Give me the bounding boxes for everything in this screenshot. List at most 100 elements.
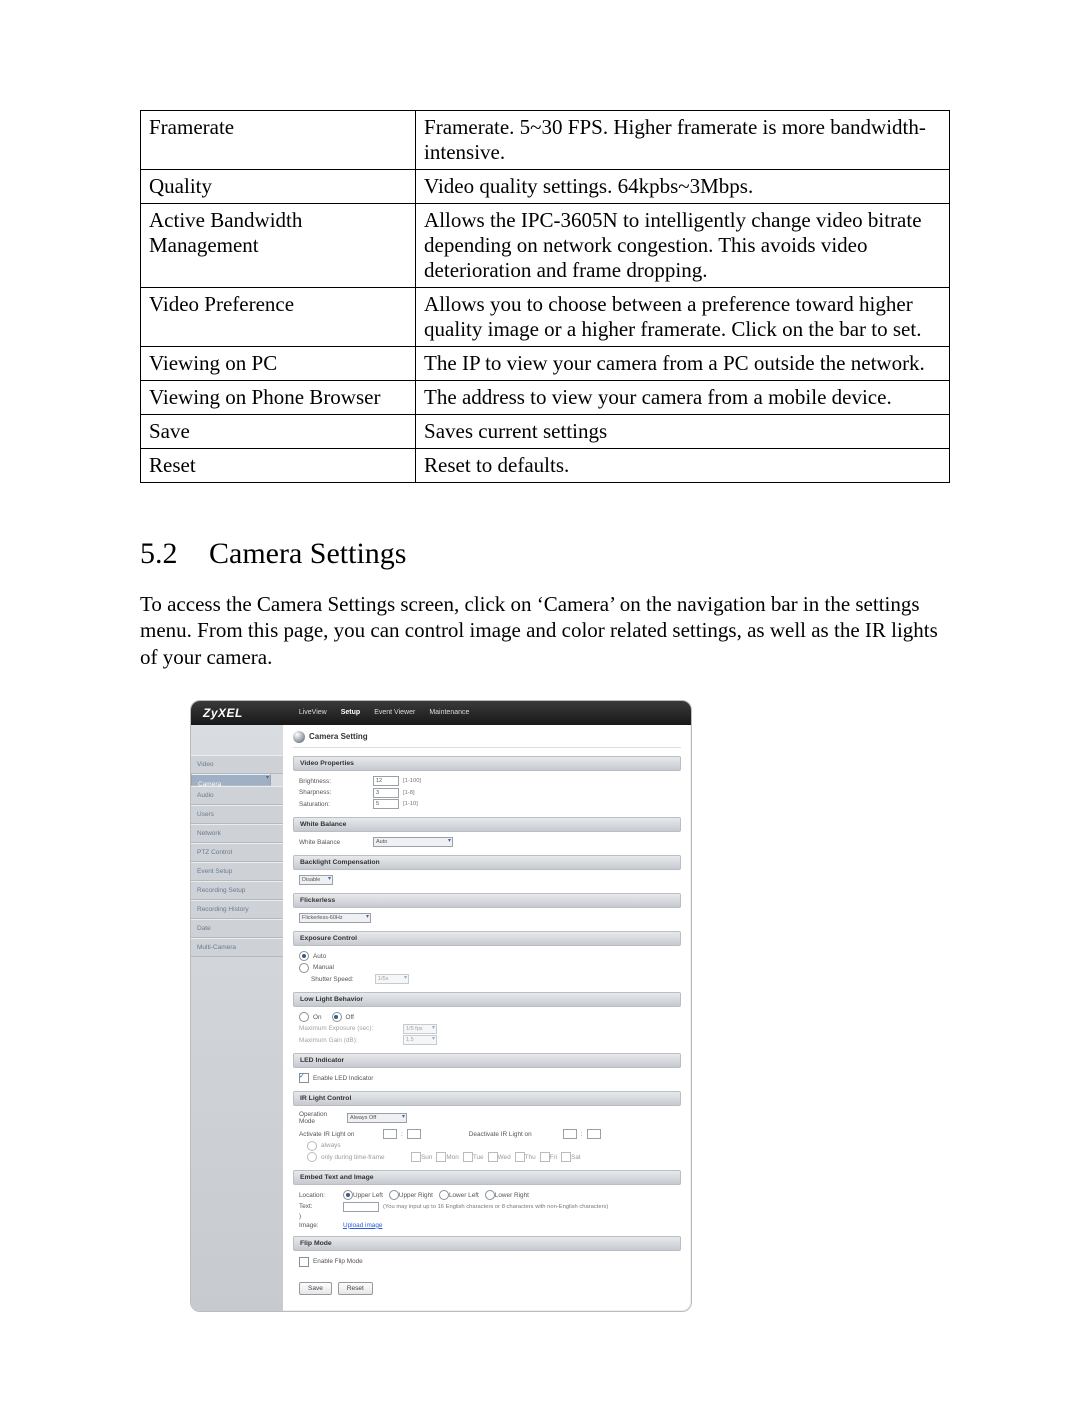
save-button[interactable]: Save [299,1282,332,1295]
definition-row: Active Bandwidth ManagementAllows the IP… [141,204,950,288]
loc-lower-left-radio[interactable] [439,1190,449,1200]
exposure-manual-radio[interactable] [299,963,309,973]
day-wed-checkbox[interactable] [488,1152,498,1162]
definition-term: Quality [141,170,416,204]
definition-term: Active Bandwidth Management [141,204,416,288]
loc-lower-right-radio[interactable] [485,1190,495,1200]
sidebar-item-multi-camera[interactable]: Multi-Camera [191,938,283,957]
ir-activate-m[interactable] [407,1129,421,1139]
sidebar-item-camera[interactable]: Camera [191,774,271,786]
definition-desc: Allows the IPC-3605N to intelligently ch… [416,204,950,288]
definition-desc: Reset to defaults. [416,449,950,483]
section-title: Camera Settings [209,537,406,570]
sharpness-input[interactable]: 3 [373,788,399,798]
sidebar-nav: VideoCameraAudioUsersNetworkPTZ ControlE… [191,725,283,1312]
flip-enable-checkbox[interactable] [299,1257,309,1267]
sidebar-item-video[interactable]: Video [191,755,283,774]
definition-row: SaveSaves current settings [141,415,950,449]
section-led: LED Indicator [293,1053,681,1068]
tab-event-viewer[interactable]: Event Viewer [374,709,415,716]
embed-text-input[interactable] [343,1202,379,1212]
ir-timeframe-radio[interactable] [307,1152,317,1162]
shutter-select[interactable]: 1/5s [375,974,409,984]
sidebar-item-recording-history[interactable]: Recording History [191,900,283,919]
section-flip: Flip Mode [293,1236,681,1251]
sidebar-item-date[interactable]: Date [191,919,283,938]
day-sat-checkbox[interactable] [561,1152,571,1162]
definition-desc: The address to view your camera from a m… [416,381,950,415]
ir-days: SunMonTueWedThuFriSat [411,1152,585,1162]
section-white-balance: White Balance [293,817,681,832]
section-ir: IR Light Control [293,1091,681,1106]
wb-select[interactable]: Auto [373,837,453,847]
exposure-auto-radio[interactable] [299,951,309,961]
definition-term: Viewing on Phone Browser [141,381,416,415]
sidebar-item-ptz-control[interactable]: PTZ Control [191,843,283,862]
main-tabs: LiveView Setup Event Viewer Maintenance [299,709,470,716]
definition-desc: Video quality settings. 64kpbs~3Mbps. [416,170,950,204]
day-sun-checkbox[interactable] [411,1152,421,1162]
section-embed: Embed Text and Image [293,1170,681,1185]
day-thu-checkbox[interactable] [515,1152,525,1162]
definition-row: Viewing on Phone BrowserThe address to v… [141,381,950,415]
day-tue-checkbox[interactable] [463,1152,473,1162]
definition-term: Video Preference [141,288,416,347]
flicker-select[interactable]: Flickerless-60Hz [299,913,371,923]
definition-row: Viewing on PCThe IP to view your camera … [141,347,950,381]
reset-button[interactable]: Reset [338,1282,373,1295]
page-title: Camera Setting [293,731,681,748]
loc-upper-left-radio[interactable] [343,1190,353,1200]
definition-term: Save [141,415,416,449]
embed-location-radios: Upper LeftUpper RightLower LeftLower Rig… [343,1190,535,1200]
definition-desc: Allows you to choose between a preferenc… [416,288,950,347]
definition-row: QualityVideo quality settings. 64kpbs~3M… [141,170,950,204]
definition-row: Video PreferenceAllows you to choose bet… [141,288,950,347]
intro-paragraph: To access the Camera Settings screen, cl… [140,591,950,670]
day-mon-checkbox[interactable] [436,1152,446,1162]
sidebar-item-recording-setup[interactable]: Recording Setup [191,881,283,900]
ir-always-radio[interactable] [307,1141,317,1151]
tab-setup[interactable]: Setup [341,709,360,716]
sidebar-item-users[interactable]: Users [191,805,283,824]
ll-off-radio[interactable] [332,1012,342,1022]
saturation-label: Saturation: [299,801,369,808]
section-heading: 5.2 Camera Settings [140,537,950,571]
blc-select[interactable]: Disable [299,875,333,885]
saturation-input[interactable]: 5 [373,799,399,809]
definition-desc: The IP to view your camera from a PC out… [416,347,950,381]
camera-settings-screenshot: ZyXEL LiveView Setup Event Viewer Maintenan… [190,700,692,1313]
loc-upper-right-radio[interactable] [389,1190,399,1200]
ir-mode-select[interactable]: Always Off [347,1113,407,1123]
sidebar-item-event-setup[interactable]: Event Setup [191,862,283,881]
brand-logo: ZyXEL [191,706,255,720]
definition-term: Framerate [141,111,416,170]
tab-maintenance[interactable]: Maintenance [429,709,469,716]
section-video-properties: Video Properties [293,756,681,771]
definition-term: Viewing on PC [141,347,416,381]
tab-liveview[interactable]: LiveView [299,709,327,716]
settings-panel: Camera Setting Video Properties Brightne… [283,725,691,1312]
led-enable-checkbox[interactable] [299,1073,309,1083]
upload-image-link[interactable]: Upload image [343,1222,382,1229]
ir-activate-h[interactable] [383,1129,397,1139]
ir-deactivate-h[interactable] [563,1129,577,1139]
camera-icon [293,731,305,743]
day-fri-checkbox[interactable] [540,1152,550,1162]
brightness-input[interactable]: 12 [373,776,399,786]
section-exposure: Exposure Control [293,931,681,946]
section-number: 5.2 [140,537,178,570]
ll-maxexp-select[interactable]: 1/5 fps [403,1024,437,1034]
ll-on-radio[interactable] [299,1012,309,1022]
section-backlight: Backlight Compensation [293,855,681,870]
definitions-table: FramerateFramerate. 5~30 FPS. Higher fra… [140,110,950,483]
definition-row: FramerateFramerate. 5~30 FPS. Higher fra… [141,111,950,170]
definition-term: Reset [141,449,416,483]
definition-row: ResetReset to defaults. [141,449,950,483]
definition-desc: Framerate. 5~30 FPS. Higher framerate is… [416,111,950,170]
sharpness-label: Sharpness: [299,789,369,796]
shutter-label: Shutter Speed: [311,976,371,983]
ll-maxgain-select[interactable]: 1.5 [403,1035,437,1045]
ir-deactivate-m[interactable] [587,1129,601,1139]
section-flickerless: Flickerless [293,893,681,908]
sidebar-item-network[interactable]: Network [191,824,283,843]
